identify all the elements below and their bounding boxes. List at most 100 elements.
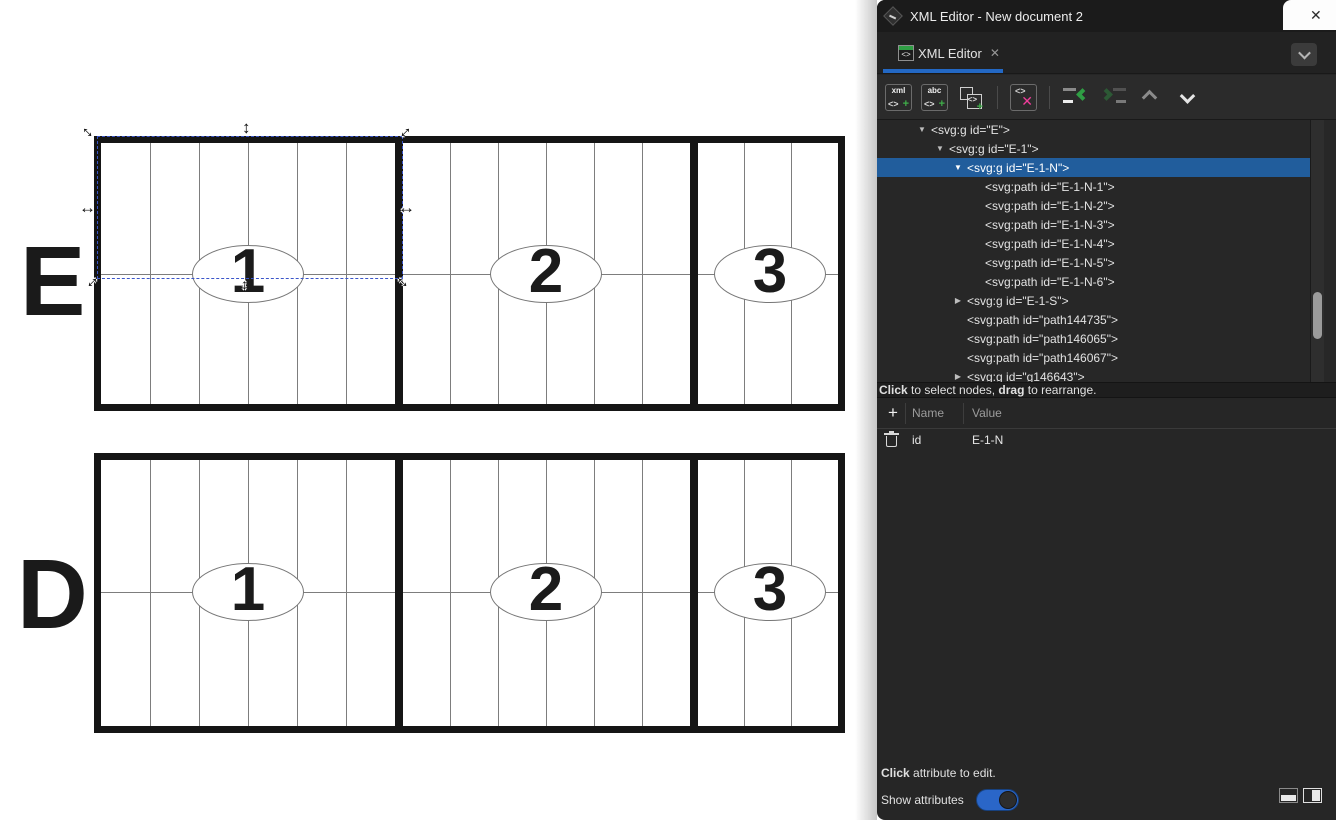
- scale-handle-e-icon[interactable]: ↔: [398, 199, 415, 216]
- move-node-down-button[interactable]: [1173, 84, 1201, 111]
- expander-icon[interactable]: ▼: [949, 163, 967, 172]
- section-ellipse-E3[interactable]: 3: [714, 245, 826, 303]
- attribute-row-id[interactable]: id E-1-N: [877, 429, 1336, 452]
- section-divider: [395, 460, 403, 726]
- tree-node-E-1-N-1[interactable]: <svg:path id="E-1-N-1">: [877, 177, 1310, 196]
- scale-handle-w-icon[interactable]: ↔: [79, 199, 96, 216]
- icon-text: xml: [886, 86, 911, 95]
- xml-editor-tab-icon: <>: [898, 45, 914, 61]
- row-D-inner: 1 2 3: [101, 460, 838, 726]
- xml-editor-dialog: XML Editor - New document 2 <> XML Edito…: [877, 0, 1336, 820]
- chevron-down-icon: [1298, 47, 1311, 60]
- row-label-E: E: [20, 232, 85, 330]
- tree-node-label: <svg:path id="E-1-N-4">: [985, 237, 1115, 251]
- section-divider: [690, 460, 698, 726]
- expander-icon[interactable]: ▼: [931, 144, 949, 153]
- tab-bar: <> XML Editor ✕: [877, 32, 1336, 74]
- delete-attribute-icon[interactable]: [886, 436, 897, 447]
- panel-menu-button[interactable]: [1291, 43, 1317, 66]
- hint-bold: drag: [998, 383, 1024, 397]
- move-node-up-button[interactable]: [1135, 84, 1163, 111]
- tree-node-E-1-N-5[interactable]: <svg:path id="E-1-N-5">: [877, 253, 1310, 272]
- tree-node-E-1-N-6[interactable]: <svg:path id="E-1-N-6">: [877, 272, 1310, 291]
- vertical-split-layout-icon[interactable]: [1303, 788, 1322, 803]
- tree-node-path144735[interactable]: <svg:path id="path144735">: [877, 310, 1310, 329]
- scale-handle-n-icon[interactable]: ↕: [242, 119, 251, 136]
- section-ellipse-E2[interactable]: 2: [490, 245, 602, 303]
- grid-line: [150, 460, 151, 726]
- icon-plus: +: [903, 98, 909, 110]
- section-number: 1: [231, 559, 265, 621]
- tab-xml-editor[interactable]: <> XML Editor ✕: [883, 32, 1003, 74]
- toolbar-separator: [1049, 86, 1050, 109]
- icon-plus: +: [977, 101, 983, 113]
- grid-line: [346, 460, 347, 726]
- panel-layout-buttons: [1279, 788, 1322, 803]
- new-text-node-button[interactable]: abc <> +: [921, 84, 948, 111]
- tree-node-E-1[interactable]: ▼ <svg:g id="E-1">: [877, 139, 1310, 158]
- grid-line: [450, 460, 451, 726]
- tree-scrollbar-thumb[interactable]: [1313, 292, 1322, 339]
- tree-node-E-1-N-selected[interactable]: ▼ <svg:g id="E-1-N">: [877, 158, 1310, 177]
- tree-node-E-1-N-4[interactable]: <svg:path id="E-1-N-4">: [877, 234, 1310, 253]
- new-element-node-button[interactable]: xml <> +: [885, 84, 912, 111]
- icon-plus: +: [939, 98, 945, 110]
- unindent-node-button[interactable]: [1063, 86, 1089, 108]
- tree-node-E[interactable]: ▼ <svg:g id="E">: [877, 120, 1310, 139]
- section-divider: [690, 143, 698, 404]
- grid-line: [642, 460, 643, 726]
- section-number: 3: [753, 241, 787, 303]
- dialog-titlebar[interactable]: XML Editor - New document 2: [877, 0, 1336, 32]
- section-ellipse-D1[interactable]: 1: [192, 563, 304, 621]
- tree-scrollbar[interactable]: [1310, 120, 1324, 382]
- arrow-up-icon: [1141, 90, 1157, 106]
- section-ellipse-D3[interactable]: 3: [714, 563, 826, 621]
- inkscape-canvas-screen: E D 1 2 3: [0, 0, 1336, 820]
- hint-text: to rearrange.: [1024, 383, 1096, 397]
- tree-node-path146067[interactable]: <svg:path id="path146067">: [877, 348, 1310, 367]
- tree-node-E-1-N-3[interactable]: <svg:path id="E-1-N-3">: [877, 215, 1310, 234]
- tree-node-label: <svg:g id="E-1-N">: [967, 161, 1069, 175]
- tree-node-label: <svg:g id="E-1">: [949, 142, 1039, 156]
- expander-icon[interactable]: ▶: [949, 372, 967, 381]
- section-ellipse-D2[interactable]: 2: [490, 563, 602, 621]
- tree-node-label: <svg:g id="E-1-S">: [967, 294, 1069, 308]
- new-text-node-icon: abc <> +: [922, 85, 947, 110]
- tree-node-label: <svg:path id="path146067">: [967, 351, 1118, 365]
- tab-close-icon[interactable]: ✕: [990, 46, 1000, 60]
- delete-node-button[interactable]: <> ✕: [1010, 84, 1037, 111]
- icon-x: ✕: [1021, 93, 1033, 110]
- new-element-node-icon: xml <> +: [886, 85, 911, 110]
- tree-node-label: <svg:path id="E-1-N-2">: [985, 199, 1115, 213]
- icon-bar: [1116, 100, 1126, 103]
- tree-node-label: <svg:path id="path144735">: [967, 313, 1118, 327]
- tree-node-E-1-S[interactable]: ▶ <svg:g id="E-1-S">: [877, 291, 1310, 310]
- show-attributes-toggle[interactable]: [976, 789, 1019, 811]
- tree-node-path146065[interactable]: <svg:path id="path146065">: [877, 329, 1310, 348]
- expander-icon[interactable]: ▶: [949, 296, 967, 305]
- selection-dashed-rect: [97, 136, 403, 279]
- section-number: 3: [753, 559, 787, 621]
- tree-node-g146643[interactable]: ▶ <svg:g id="g146643">: [877, 367, 1310, 382]
- row-D-rect[interactable]: 1 2 3: [94, 453, 845, 733]
- hint-bold: Click: [881, 766, 910, 780]
- indent-node-button[interactable]: [1100, 86, 1126, 108]
- horizontal-split-layout-icon[interactable]: [1279, 788, 1298, 803]
- hint-text: to select nodes,: [908, 383, 999, 397]
- duplicate-node-button[interactable]: <> +: [957, 84, 984, 111]
- scale-handle-s-icon[interactable]: ↕: [241, 277, 248, 291]
- icon-bar: [1063, 88, 1076, 91]
- tree-node-label: <svg:path id="E-1-N-3">: [985, 218, 1115, 232]
- attribute-name[interactable]: id: [912, 429, 921, 452]
- icon-fill: [1312, 790, 1320, 801]
- attributes-header: + Name Value: [877, 398, 1336, 429]
- close-icon[interactable]: ✕: [1310, 8, 1322, 22]
- attribute-value[interactable]: E-1-N: [972, 429, 1003, 452]
- hint-text: attribute to edit.: [910, 766, 996, 780]
- add-attribute-button[interactable]: +: [883, 403, 903, 423]
- tree-node-E-1-N-2[interactable]: <svg:path id="E-1-N-2">: [877, 196, 1310, 215]
- tree-node-label: <svg:path id="E-1-N-1">: [985, 180, 1115, 194]
- toggle-knob: [999, 791, 1017, 809]
- hint-bold: Click: [879, 383, 908, 397]
- expander-icon[interactable]: ▼: [913, 125, 931, 134]
